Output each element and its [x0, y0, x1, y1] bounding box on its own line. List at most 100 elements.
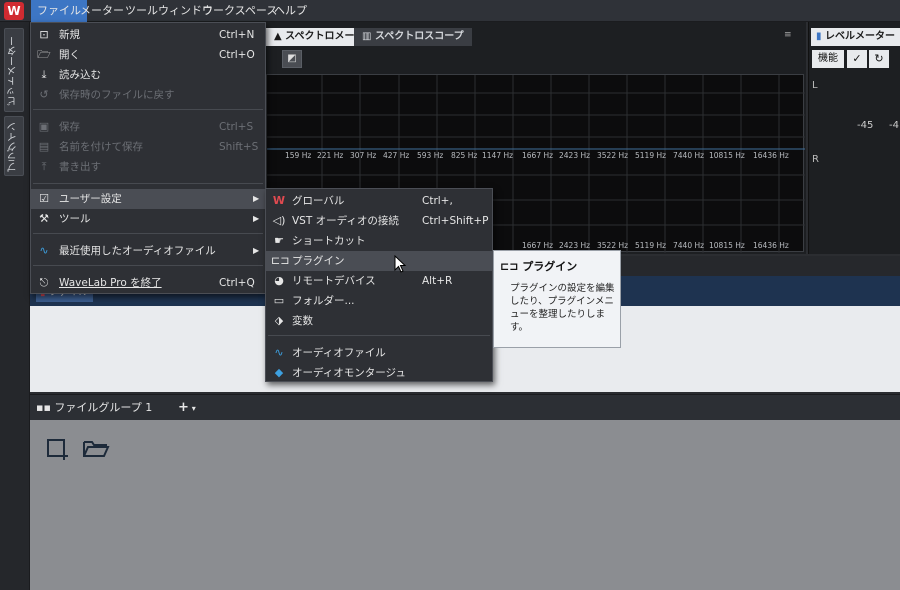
new-file-icon[interactable]: [46, 438, 70, 462]
submenu-item-audio-files[interactable]: ∿ オーディオファイル: [266, 343, 492, 363]
menu-item-recent-audio[interactable]: ∿ 最近使用したオーディオファイル ▶: [31, 241, 265, 261]
level-meter-panel: ▮ レベルメーター 機能 ✓ ↻ L R -45 -4: [808, 22, 900, 254]
menu-item-import[interactable]: ⤓ 読み込む: [31, 65, 265, 85]
menu-item-revert[interactable]: ↺ 保存時のファイルに戻す: [31, 85, 265, 105]
channel-right-label: R: [812, 154, 819, 165]
freq-label: 1667 Hz: [522, 151, 554, 160]
freq-label: 7440 Hz: [673, 241, 705, 250]
freq-label: 2423 Hz: [559, 241, 591, 250]
variables-icon: ⬗: [274, 314, 284, 327]
chevron-right-icon: ▶: [253, 246, 260, 255]
tab-spectroscope[interactable]: ▥ スペクトロスコープ: [354, 28, 472, 46]
reset-icon[interactable]: ↻: [869, 50, 889, 68]
tab-plugins[interactable]: プラグイン: [4, 116, 24, 176]
tooltip-title: ⊏⊐ プラグイン: [500, 258, 577, 274]
shortcut-label: Ctrl+Shift+P: [422, 215, 489, 227]
submenu-item-plugins[interactable]: ⊏⊐ プラグイン: [266, 251, 492, 271]
file-group-bar: ▪▪ ファイルグループ 1 + ▾: [30, 394, 900, 420]
tab-plugins-label: プラグイン: [8, 122, 19, 172]
shortcut-label: Ctrl+Q: [219, 277, 255, 289]
submenu-item-vst-audio[interactable]: ◁) VST オーディオの接続 Ctrl+Shift+P: [266, 211, 492, 231]
tab-bit-meter[interactable]: ビットメーター: [4, 28, 24, 112]
freq-label: 221 Hz: [317, 151, 344, 160]
menu-help[interactable]: ヘルプ: [268, 0, 313, 22]
menu-item-label: ツール: [59, 213, 91, 225]
freq-label: 427 Hz: [383, 151, 410, 160]
menu-item-new[interactable]: ⊡ 新規 Ctrl+N: [31, 25, 265, 45]
plugin-icon: ⊏⊐: [500, 260, 523, 273]
chevron-right-icon: ▶: [253, 214, 260, 223]
preferences-submenu: W グローバル Ctrl+, ◁) VST オーディオの接続 Ctrl+Shift+P …: [265, 188, 493, 382]
menu-item-open[interactable]: 🗁 開く Ctrl+O: [31, 45, 265, 65]
left-tool-strip: ビットメーター プラグイン: [0, 22, 30, 590]
menu-item-preferences[interactable]: ☑ ユーザー設定 ▶: [31, 189, 265, 209]
submenu-item-shortcuts[interactable]: ☛ ショートカット: [266, 231, 492, 251]
new-file-icon: ⊡: [39, 28, 49, 41]
menu-separator: [33, 183, 263, 184]
tab-spectroscope-label: スペクトロスコープ: [374, 31, 464, 42]
panel-menu-icon[interactable]: ≡: [784, 30, 796, 42]
plugin-icon: ⊏⊐: [271, 254, 290, 267]
menu-item-label: 新規: [59, 29, 80, 41]
menu-item-label: フォルダー...: [292, 295, 355, 307]
menu-separator: [33, 109, 263, 110]
bars-icon: ▥: [362, 31, 375, 42]
file-menu: ⊡ 新規 Ctrl+N 🗁 開く Ctrl+O ⤓ 読み込む ↺ 保存時のファイルに戻す ▣…: [30, 22, 266, 294]
revert-icon: ↺: [39, 88, 49, 101]
submenu-item-global[interactable]: W グローバル Ctrl+,: [266, 191, 492, 211]
tab-bit-meter-label: ビットメーター: [8, 36, 19, 106]
tab-level-meter[interactable]: ▮ レベルメーター: [811, 28, 900, 46]
menu-item-label: 保存時のファイルに戻す: [59, 89, 175, 101]
menu-item-label: 保存: [59, 121, 80, 133]
image-icon[interactable]: ◩: [282, 50, 302, 68]
shortcut-label: Ctrl+O: [219, 49, 255, 61]
submenu-item-remote-devices[interactable]: ◕ リモートデバイス Alt+R: [266, 271, 492, 291]
menu-item-label: 書き出す: [59, 161, 101, 173]
freq-label: 1667 Hz: [522, 241, 554, 250]
shortcut-label: Shift+S: [219, 141, 259, 153]
checkmark-icon[interactable]: ✓: [847, 50, 867, 68]
global-icon: W: [272, 194, 286, 207]
menu-item-label: 最近使用したオーディオファイル: [59, 245, 216, 257]
shortcut-icon: ☛: [274, 234, 284, 247]
freq-label: 3522 Hz: [597, 241, 629, 250]
add-label: +: [178, 400, 189, 415]
freq-label: 2423 Hz: [559, 151, 591, 160]
tooltip-title-text: プラグイン: [522, 260, 578, 273]
menu-item-label: 開く: [59, 49, 80, 61]
shortcut-label: Ctrl+,: [422, 195, 453, 207]
add-group-button[interactable]: + ▾: [178, 399, 196, 417]
freq-label: 1147 Hz: [482, 151, 514, 160]
menu-item-tools[interactable]: ⚒ ツール ▶: [31, 209, 265, 229]
menu-item-label: オーディオモンタージュ: [292, 367, 406, 379]
channel-left-label: L: [812, 80, 818, 91]
audio-file-icon: ∿: [274, 346, 284, 359]
freq-label: 3522 Hz: [597, 151, 629, 160]
menu-item-label: グローバル: [292, 195, 345, 207]
open-folder-icon: 🗁: [37, 48, 51, 61]
menu-item-label: ショートカット: [292, 235, 366, 247]
tooltip-body: プラグインの設定を編集したり、プラグインメニューを整理したりします。: [510, 283, 615, 333]
db-scale-label: -45: [857, 120, 874, 131]
menu-item-export[interactable]: ⤒ 書き出す: [31, 157, 265, 177]
menu-item-label: ユーザー設定: [59, 193, 122, 205]
submenu-item-variables[interactable]: ⬗ 変数: [266, 311, 492, 331]
menu-item-label: 名前を付けて保存: [59, 141, 143, 153]
tab-file-group[interactable]: ▪▪ ファイルグループ 1: [36, 399, 152, 417]
menu-item-label: 変数: [292, 315, 313, 327]
menu-item-save[interactable]: ▣ 保存 Ctrl+S: [31, 117, 265, 137]
app-logo-icon[interactable]: W: [4, 2, 24, 20]
tab-file-group-label: ファイルグループ 1: [54, 401, 153, 414]
spectrum-icon: ▲: [274, 31, 286, 42]
mouse-cursor-icon: [394, 255, 407, 273]
menu-item-exit[interactable]: ⎋ WaveLab Pro を終了 Ctrl+Q: [31, 273, 265, 293]
submenu-item-folders[interactable]: ▭ フォルダー...: [266, 291, 492, 311]
function-button[interactable]: 機能: [812, 50, 844, 68]
menu-item-save-as[interactable]: ▤ 名前を付けて保存 Shift+S: [31, 137, 265, 157]
db-scale-label: -4: [889, 120, 899, 131]
vst-audio-icon: ◁): [272, 214, 286, 227]
preferences-icon: ☑: [39, 192, 49, 205]
audio-montage-icon: ◆: [274, 366, 284, 379]
open-folder-icon[interactable]: [82, 438, 110, 460]
submenu-item-audio-montage[interactable]: ◆ オーディオモンタージュ: [266, 363, 492, 383]
